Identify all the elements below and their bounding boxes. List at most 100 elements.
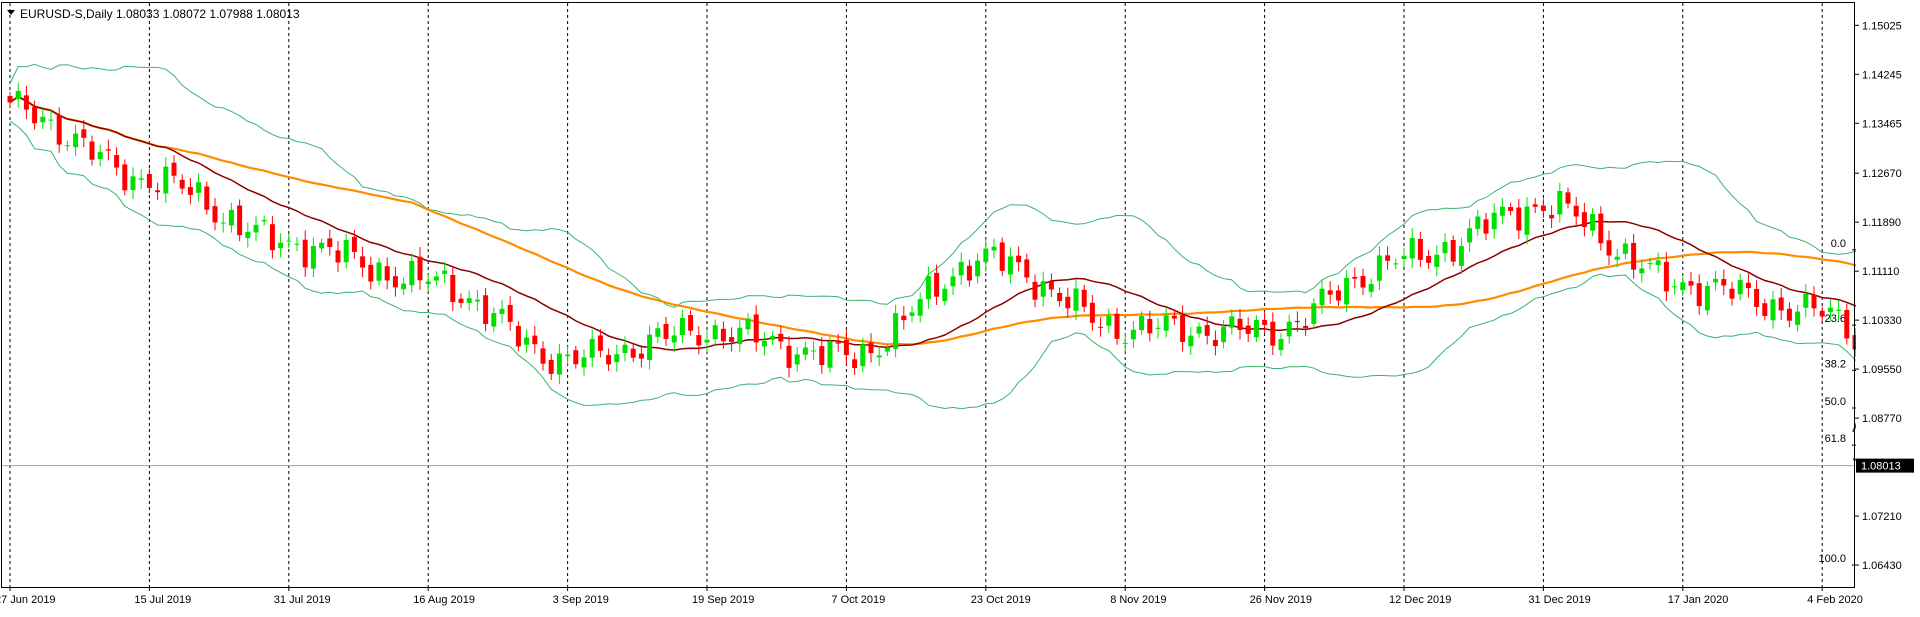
- price-tick-label: 1.12670: [1862, 168, 1902, 180]
- candle-body: [122, 164, 127, 190]
- candle-body: [254, 225, 259, 233]
- time-tick-label: 3 Sep 2019: [553, 594, 609, 606]
- candle-body: [877, 355, 882, 357]
- candle-body: [352, 237, 357, 252]
- candle-body: [459, 299, 464, 303]
- candle-body: [1697, 283, 1702, 306]
- candle-body: [901, 316, 906, 320]
- candle-body: [1393, 263, 1398, 264]
- candle-body: [483, 295, 488, 324]
- candle-body: [1705, 286, 1710, 310]
- candle-body: [1254, 320, 1259, 337]
- candle-body: [1074, 288, 1079, 310]
- candle-body: [467, 298, 472, 303]
- candle-body: [754, 314, 759, 342]
- time-tick-label: 19 Sep 2019: [692, 594, 754, 606]
- candle-body: [713, 325, 718, 339]
- candle-body: [549, 360, 554, 374]
- candle-body: [1057, 293, 1062, 301]
- candle-body: [65, 145, 70, 146]
- candle-body: [475, 300, 480, 302]
- candle-body: [327, 238, 332, 247]
- candle-body: [885, 348, 890, 352]
- candle-body: [1525, 207, 1530, 235]
- price-tick-label: 1.11110: [1862, 266, 1899, 278]
- candle-body: [1689, 281, 1694, 285]
- candle-body: [1459, 246, 1464, 266]
- candle-body: [1156, 328, 1161, 329]
- fib-level-label: 0.0: [1831, 238, 1846, 250]
- candle-body: [147, 174, 152, 188]
- candle-body: [1361, 276, 1366, 287]
- candle-body: [1049, 281, 1054, 290]
- candle-body: [1582, 212, 1587, 227]
- candle-body: [131, 176, 136, 190]
- price-tick-label: 1.11890: [1862, 217, 1901, 229]
- candle-body: [926, 276, 931, 299]
- candle-body: [90, 141, 95, 159]
- candle-body: [1656, 260, 1661, 265]
- candle-body: [951, 276, 956, 286]
- candle-body: [639, 354, 644, 359]
- candle-body: [1467, 228, 1472, 242]
- candle-body: [1516, 208, 1521, 231]
- candle-body: [196, 182, 201, 193]
- candle-body: [1229, 316, 1234, 327]
- candle-body: [1738, 280, 1743, 294]
- candle-body: [614, 354, 619, 362]
- candle-body: [910, 312, 915, 315]
- price-tick-label: 1.10330: [1862, 315, 1902, 327]
- candle-body: [1820, 311, 1825, 317]
- price-tick-label: 1.08770: [1862, 413, 1902, 425]
- price-tick-label: 1.14245: [1862, 69, 1902, 81]
- candle-body: [1147, 319, 1152, 333]
- candle-body: [1303, 326, 1308, 328]
- candle-body: [221, 223, 226, 224]
- candle-body: [1270, 322, 1275, 346]
- candle-body: [1082, 290, 1087, 307]
- symbol-label: EURUSD-S,Daily: [20, 7, 113, 21]
- candle-body: [344, 240, 349, 262]
- candle-body: [1812, 295, 1817, 309]
- candle-body: [1713, 279, 1718, 283]
- candle-body: [16, 91, 21, 99]
- price-chart[interactable]: 0.023.638.250.061.8100.0 1.150251.142451…: [0, 0, 1920, 612]
- price-scale[interactable]: 1.150251.142451.134651.126701.118901.111…: [1855, 0, 1920, 612]
- chart-window[interactable]: 0.023.638.250.061.8100.0 1.150251.142451…: [0, 0, 1920, 612]
- candle-body: [1631, 243, 1636, 270]
- candle-body: [1377, 255, 1382, 280]
- candle-body: [1246, 326, 1251, 334]
- chart-background: [0, 0, 1920, 612]
- price-tick-label: 1.06430: [1862, 560, 1902, 572]
- candle-body: [1205, 325, 1210, 336]
- candle-body: [204, 187, 209, 210]
- candle-body: [172, 163, 177, 176]
- candle-body: [942, 289, 947, 301]
- price-tick-label: 1.07210: [1862, 511, 1902, 523]
- candle-body: [1344, 278, 1349, 305]
- candle-body: [1172, 316, 1177, 319]
- candle-body: [1492, 213, 1497, 229]
- candle-body: [295, 244, 300, 245]
- candle-body: [770, 336, 775, 340]
- candle-body: [1500, 207, 1505, 216]
- current-price-label: 1.08013: [1861, 461, 1901, 473]
- candle-body: [1336, 290, 1341, 300]
- candle-body: [1098, 327, 1103, 328]
- candle-body: [1746, 283, 1751, 288]
- candle-body: [57, 115, 62, 144]
- candle-body: [286, 241, 291, 242]
- candle-body: [778, 334, 783, 342]
- candle-body: [393, 276, 398, 287]
- candle-body: [245, 232, 250, 238]
- candle-body: [1139, 316, 1144, 330]
- candle-body: [442, 271, 447, 274]
- candle-body: [237, 206, 242, 236]
- candle-body: [106, 149, 111, 150]
- candle-body: [647, 335, 652, 360]
- candle-body: [565, 355, 570, 357]
- candle-body: [983, 248, 988, 262]
- candle-body: [1508, 207, 1513, 211]
- candle-body: [1754, 289, 1759, 307]
- candle-body: [819, 346, 824, 365]
